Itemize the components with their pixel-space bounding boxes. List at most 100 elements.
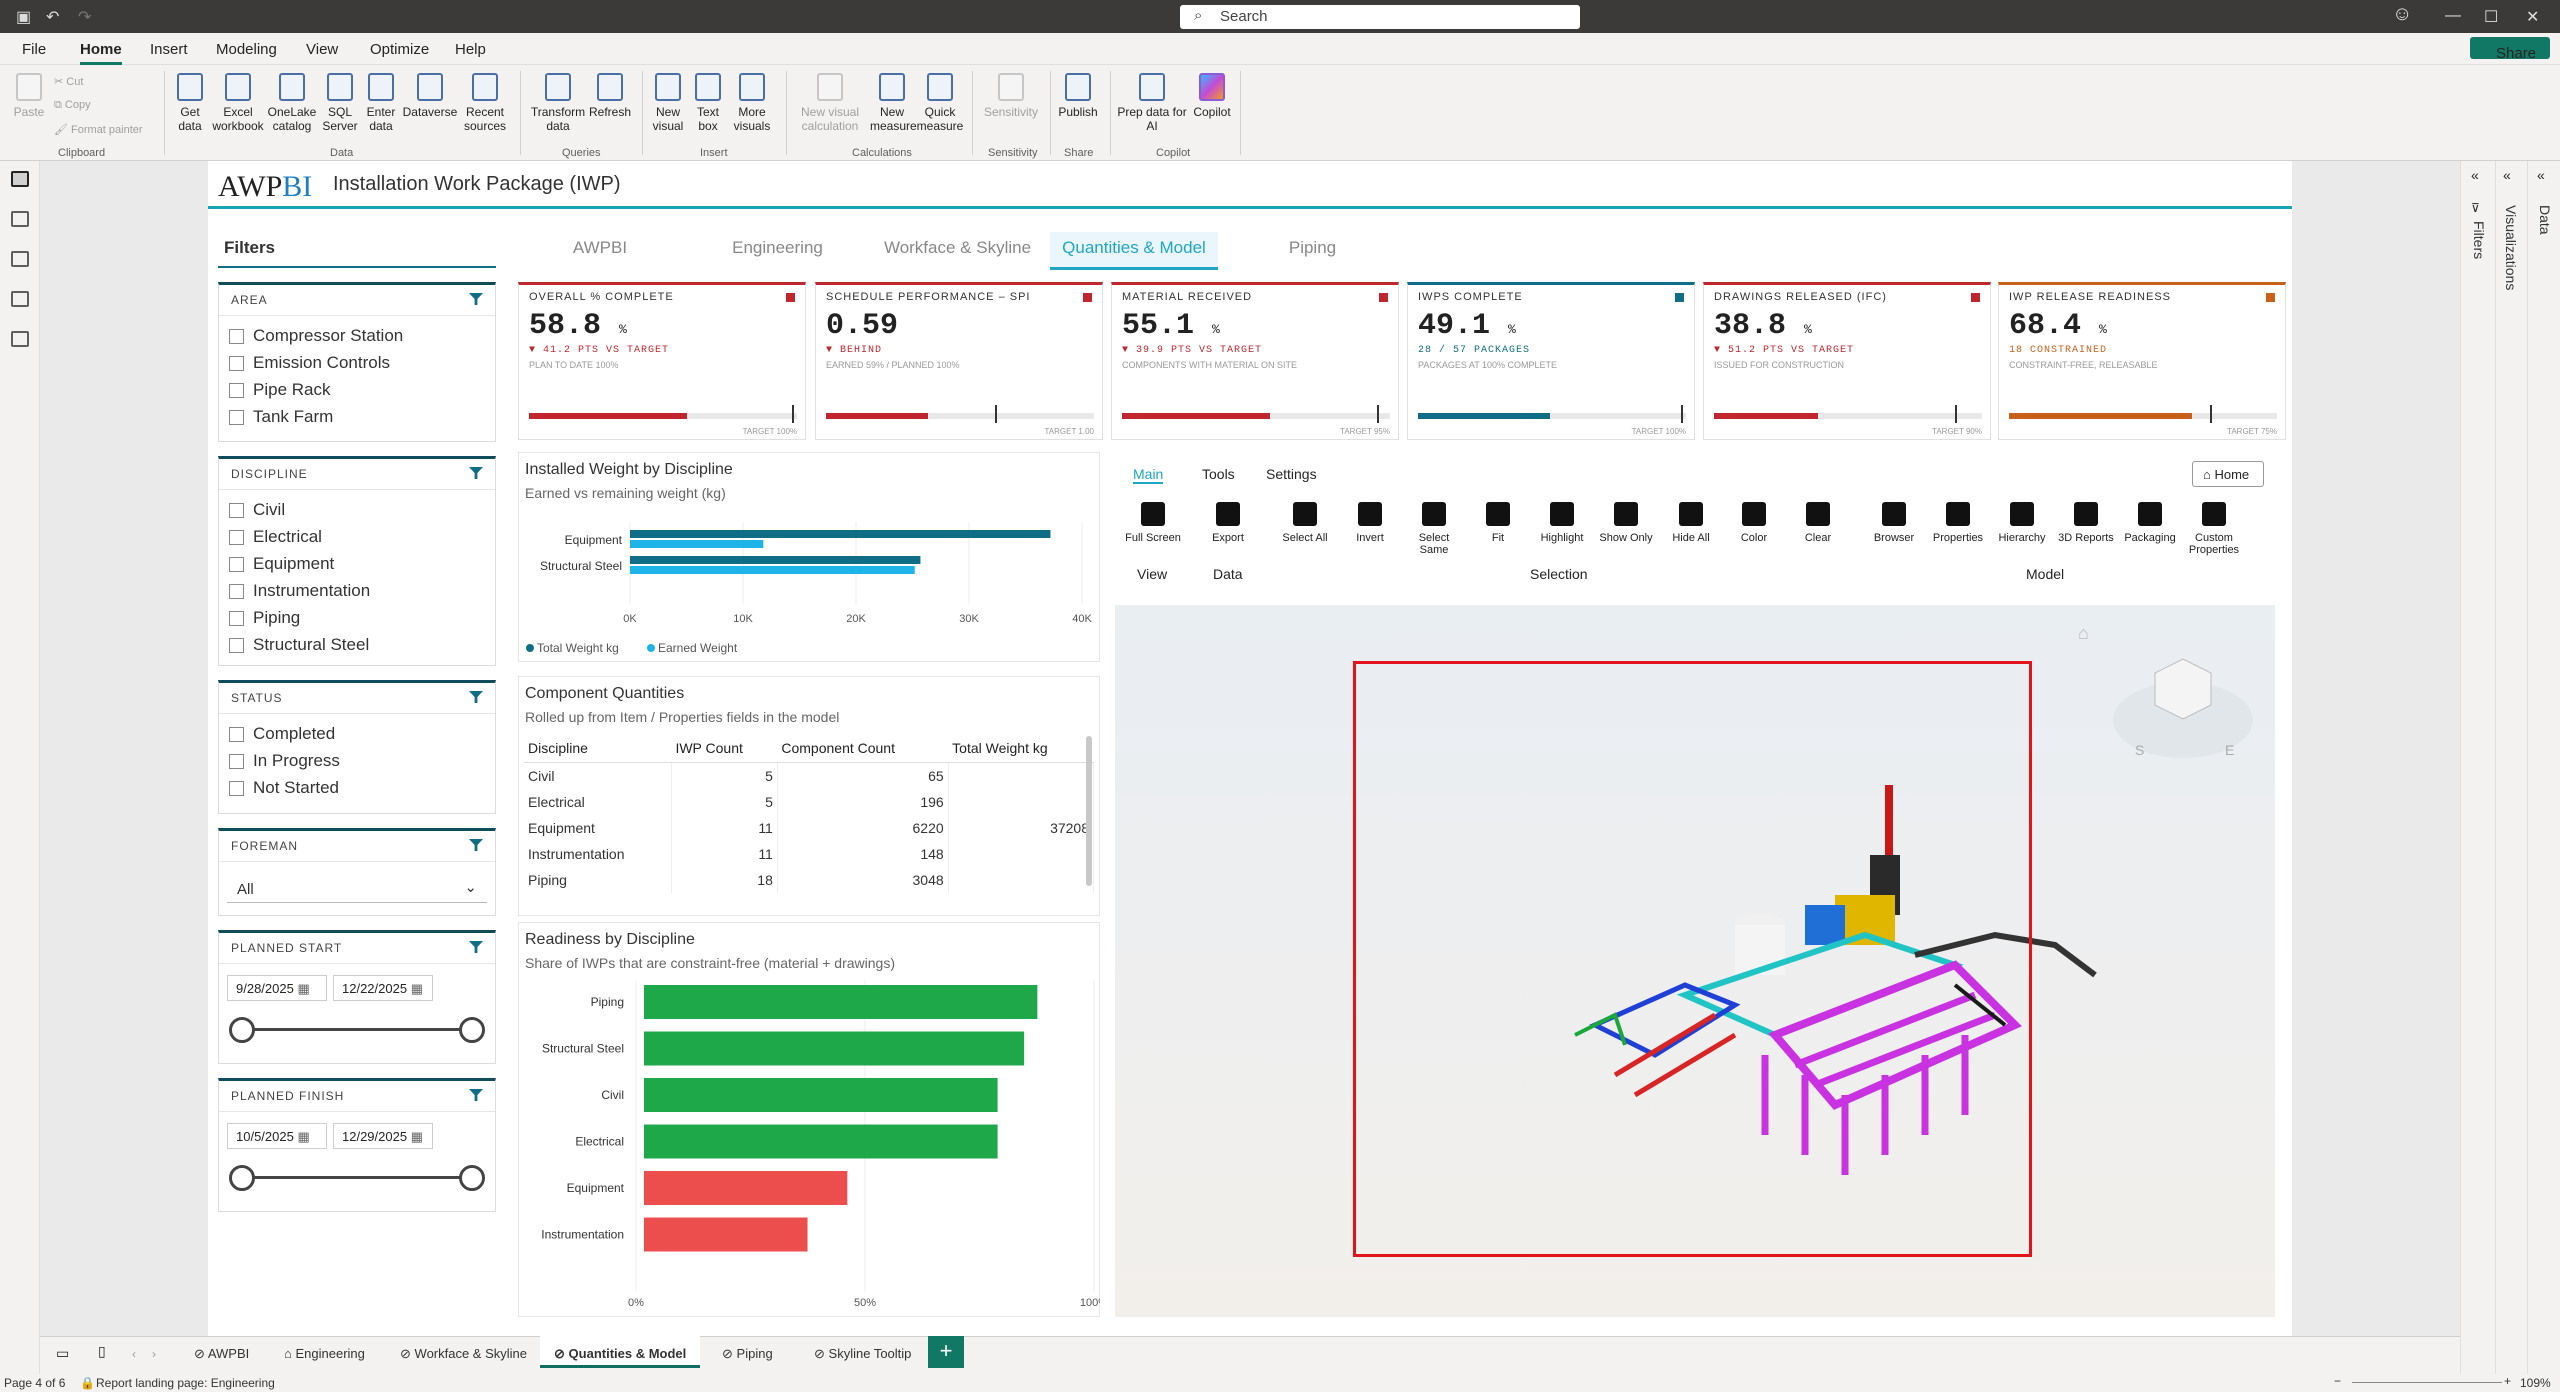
collapse-filters-icon[interactable]: « (2471, 167, 2479, 183)
area-option[interactable]: Compressor Station (219, 322, 495, 349)
slider-handle-end[interactable] (459, 1165, 485, 1191)
onelake-button[interactable]: OneLake catalog (266, 73, 318, 133)
slider-handle-start[interactable] (229, 1165, 255, 1191)
prev-page-icon[interactable]: ‹ (132, 1347, 136, 1361)
table-scrollbar[interactable] (1086, 736, 1092, 886)
dax-query-icon[interactable] (11, 291, 29, 307)
slider-handle-start[interactable] (229, 1017, 255, 1043)
tab-workface-skyline[interactable]: Workface & Skyline (870, 232, 1045, 270)
copy-button[interactable]: ⧉ Copy (54, 99, 91, 112)
column-header[interactable]: Total Weight kg (948, 734, 1094, 763)
get-data-button[interactable]: Get data (170, 73, 210, 133)
area-option[interactable]: Pipe Rack (219, 376, 495, 403)
undo-icon[interactable]: ↶ (46, 7, 59, 27)
data-pane-label[interactable]: Data (2537, 205, 2553, 235)
hide-all-button[interactable]: Hide All (1663, 502, 1719, 544)
foreman-dropdown[interactable]: All ⌄ (227, 875, 487, 903)
table-view-icon[interactable] (11, 211, 29, 227)
column-header[interactable]: Component Count (777, 734, 949, 763)
more-visuals-button[interactable]: More visuals (728, 73, 776, 133)
table-row[interactable]: Piping 18 3048 (524, 867, 1095, 893)
next-page-icon[interactable]: › (152, 1347, 156, 1361)
show-only-button[interactable]: Show Only (1598, 502, 1654, 544)
excel-workbook-button[interactable]: Excel workbook (212, 73, 264, 133)
format-painter-button[interactable]: 🖌 Format painter (54, 123, 143, 136)
table-row[interactable]: Instrumentation 11 148 (524, 841, 1095, 867)
quick-measure-button[interactable]: Quick measure (916, 73, 964, 133)
column-header[interactable]: Discipline (524, 734, 672, 763)
dataverse-button[interactable]: Dataverse (402, 73, 458, 119)
menu-home[interactable]: Home (80, 41, 122, 65)
mobile-layout-icon[interactable]: ▯ (98, 1343, 106, 1360)
save-icon[interactable]: ▣ (16, 7, 31, 27)
clear-button[interactable]: Clear (1790, 502, 1846, 544)
recent-sources-button[interactable]: Recent sources (460, 73, 510, 133)
tab-piping[interactable]: Piping (1240, 232, 1385, 270)
full-screen-button[interactable]: Full Screen (1125, 502, 1181, 544)
3d-reports-button[interactable]: 3D Reports (2058, 502, 2114, 544)
transform-data-button[interactable]: Transform data (528, 73, 588, 133)
add-page-button[interactable]: + (928, 1336, 964, 1368)
column-header[interactable]: IWP Count (671, 734, 778, 763)
minimize-icon[interactable]: — (2445, 7, 2461, 25)
report-view-icon[interactable] (11, 171, 29, 187)
copilot-button[interactable]: Copilot (1190, 73, 1234, 119)
tab-awpbi[interactable]: AWPBI (530, 232, 670, 270)
export-button[interactable]: Export (1200, 502, 1256, 544)
discipline-option[interactable]: Structural Steel (219, 631, 495, 658)
sql-server-button[interactable]: SQL Server (320, 73, 360, 133)
highlight-button[interactable]: Highlight (1534, 502, 1590, 544)
select-same-button[interactable]: Select Same (1406, 502, 1462, 556)
zoom-in-icon[interactable]: + (2504, 1374, 2511, 1388)
tab-quantities-model[interactable]: Quantities & Model (1050, 232, 1218, 270)
maximize-icon[interactable]: ☐ (2484, 7, 2498, 27)
viewer-tab-settings[interactable]: Settings (1266, 466, 1317, 482)
discipline-option[interactable]: Equipment (219, 550, 495, 577)
area-option[interactable]: Tank Farm (219, 403, 495, 430)
browser-button[interactable]: Browser (1866, 502, 1922, 544)
menu-view[interactable]: View (306, 41, 338, 58)
zoom-out-icon[interactable]: − (2334, 1374, 2341, 1388)
start-date-from[interactable]: 9/28/2025 ▦ (227, 975, 327, 1001)
redo-icon[interactable]: ↷ (78, 7, 91, 27)
properties-button[interactable]: Properties (1930, 502, 1986, 544)
discipline-option[interactable]: Electrical (219, 523, 495, 550)
page-tab-awpbi[interactable]: ⊘ AWPBI (180, 1336, 263, 1368)
table-row[interactable]: Equipment 11 6220 37208 (524, 815, 1095, 841)
menu-optimize[interactable]: Optimize (370, 41, 429, 58)
refresh-button[interactable]: Refresh (588, 73, 632, 119)
discipline-option[interactable]: Piping (219, 604, 495, 631)
menu-modeling[interactable]: Modeling (216, 41, 277, 58)
visualizations-pane-label[interactable]: Visualizations (2503, 205, 2519, 290)
model-view-icon[interactable] (11, 251, 29, 267)
page-tab-workface-skyline[interactable]: ⊘ Workface & Skyline (386, 1336, 541, 1368)
viewer-tab-main[interactable]: Main (1133, 466, 1164, 484)
select-all-button[interactable]: Select All (1277, 502, 1333, 544)
custom-properties-button[interactable]: Custom Properties (2186, 502, 2242, 556)
share-button[interactable]: Share (2470, 37, 2550, 62)
table-row[interactable]: Electrical 5 196 (524, 789, 1095, 815)
area-option[interactable]: Emission Controls (219, 349, 495, 376)
desktop-layout-icon[interactable]: ▭ (56, 1345, 69, 1362)
cut-button[interactable]: ✂ Cut (54, 75, 83, 88)
zoom-slider[interactable] (2352, 1382, 2502, 1383)
page-tab-engineering[interactable]: ⌂ Engineering (270, 1336, 379, 1368)
finish-date-from[interactable]: 10/5/2025 ▦ (227, 1123, 327, 1149)
new-measure-button[interactable]: New measure (870, 73, 917, 133)
discipline-option[interactable]: Civil (219, 496, 495, 523)
prep-data-ai-button[interactable]: Prep data for AI (1114, 73, 1190, 133)
search-box[interactable]: ⌕ Search (1180, 5, 1580, 29)
page-tab-piping[interactable]: ⊘ Piping (708, 1336, 787, 1368)
sensitivity-button[interactable]: Sensitivity (978, 73, 1044, 119)
text-box-button[interactable]: Text box (690, 73, 726, 133)
tmdl-view-icon[interactable] (11, 331, 29, 347)
invert-button[interactable]: Invert (1342, 502, 1398, 544)
status-option[interactable]: In Progress (219, 747, 495, 774)
viewer-home-button[interactable]: ⌂ Home (2192, 461, 2264, 487)
start-date-to[interactable]: 12/22/2025 ▦ (333, 975, 433, 1001)
new-visual-calculation-button[interactable]: New visual calculation (792, 73, 868, 133)
table-row[interactable]: Civil 5 65 (524, 762, 1095, 789)
menu-help[interactable]: Help (455, 41, 486, 58)
collapse-data-icon[interactable]: « (2537, 167, 2545, 183)
finish-date-to[interactable]: 12/29/2025 ▦ (333, 1123, 433, 1149)
